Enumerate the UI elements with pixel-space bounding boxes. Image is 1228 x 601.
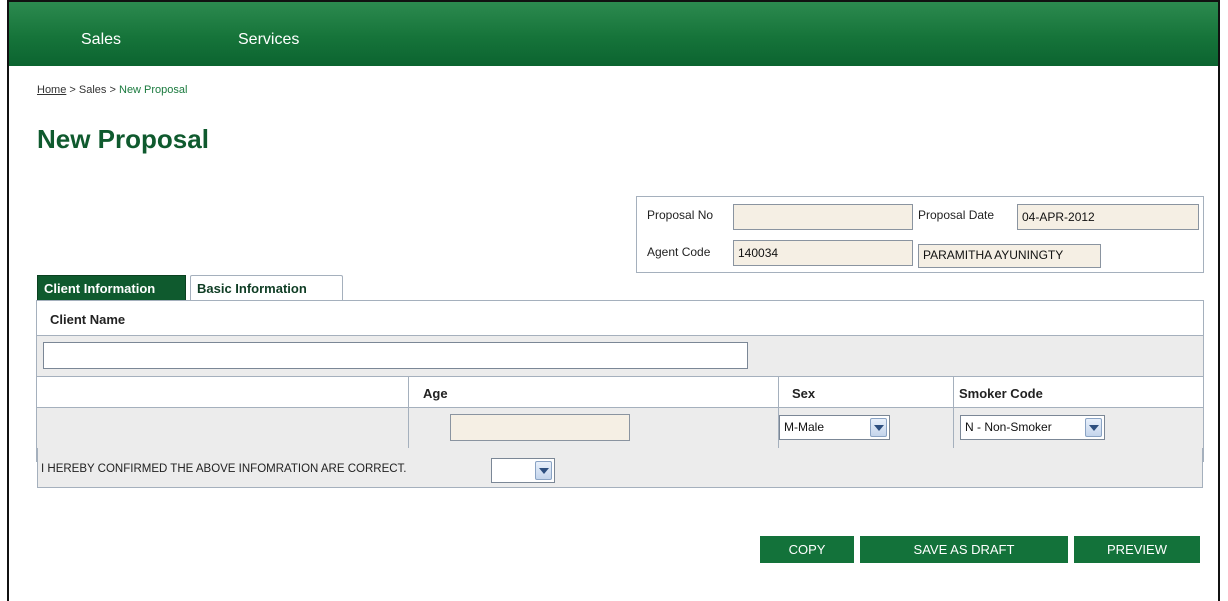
confirmation-text: I HEREBY CONFIRMED THE ABOVE INFOMRATION… <box>41 463 407 475</box>
sex-label: Sex <box>792 386 816 401</box>
confirmation-select[interactable] <box>491 458 555 483</box>
proposal-no-field[interactable] <box>733 204 913 230</box>
copy-button[interactable]: COPY <box>760 536 854 563</box>
smoker-code-select-value: N - Non-Smoker <box>965 420 1052 434</box>
breadcrumb-separator: > <box>109 84 116 96</box>
breadcrumb-home-link[interactable]: Home <box>37 84 66 96</box>
breadcrumb-separator: > <box>69 84 76 96</box>
breadcrumb-sales: Sales <box>78 84 107 96</box>
chevron-down-icon[interactable] <box>535 461 552 480</box>
breadcrumb: Home > Sales > New Proposal <box>37 84 187 96</box>
nav-item-services[interactable]: Services <box>238 31 299 49</box>
sex-select-value: M-Male <box>784 420 825 434</box>
divider <box>37 376 1203 377</box>
agent-name-field[interactable]: PARAMITHA AYUNINGTY <box>918 244 1101 268</box>
save-as-draft-button[interactable]: SAVE AS DRAFT <box>860 536 1068 563</box>
proposal-no-label: Proposal No <box>647 208 714 222</box>
divider <box>408 377 409 448</box>
nav-item-sales[interactable]: Sales <box>81 31 121 49</box>
breadcrumb-current: New Proposal <box>119 84 188 96</box>
tab-client-information[interactable]: Client Information <box>37 275 186 301</box>
age-field[interactable] <box>450 414 630 441</box>
divider <box>953 377 954 448</box>
smoker-code-select[interactable]: N - Non-Smoker <box>960 415 1105 440</box>
preview-button[interactable]: PREVIEW <box>1074 536 1200 563</box>
chevron-down-icon[interactable] <box>870 418 887 437</box>
tab-basic-information[interactable]: Basic Information <box>190 275 343 301</box>
client-name-input[interactable] <box>43 342 748 369</box>
agent-code-field[interactable]: 140034 <box>733 240 913 266</box>
proposal-date-field[interactable]: 04-APR-2012 <box>1017 204 1199 230</box>
smoker-code-label: Smoker Code <box>959 386 1043 401</box>
age-label: Age <box>423 386 448 401</box>
chevron-down-icon[interactable] <box>1085 418 1102 437</box>
page-title: New Proposal <box>37 124 209 154</box>
client-information-panel: Client Name Age Sex Smoker Code M-Male N… <box>36 300 1204 462</box>
agent-code-label: Agent Code <box>647 245 711 259</box>
proposal-date-label: Proposal Date <box>918 208 995 222</box>
sex-select[interactable]: M-Male <box>779 415 890 440</box>
client-name-label: Client Name <box>50 312 126 327</box>
proposal-info-box: Proposal No Proposal Date 04-APR-2012 Ag… <box>636 196 1204 273</box>
top-navigation-bar: Sales Services <box>9 2 1218 66</box>
